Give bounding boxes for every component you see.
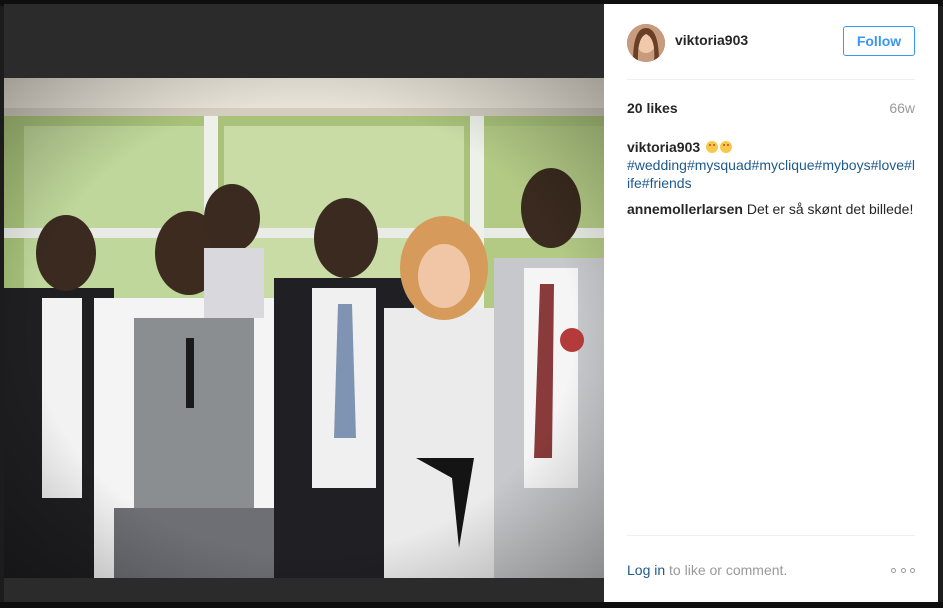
comment-text: Det er så skønt det billede! bbox=[746, 201, 914, 217]
photo-letterbox-bottom bbox=[4, 578, 604, 603]
likes-count[interactable]: 20 likes bbox=[627, 100, 678, 116]
avatar-image bbox=[627, 24, 665, 62]
more-options-icon[interactable] bbox=[891, 564, 915, 576]
group-wedding-photo-icon bbox=[4, 78, 604, 578]
dot-icon bbox=[910, 567, 915, 573]
post-header: viktoria903 Follow bbox=[627, 22, 915, 80]
follow-button[interactable]: Follow bbox=[843, 26, 915, 56]
post-details: viktoria903 Follow 20 likes 66w viktoria… bbox=[604, 4, 938, 603]
post-modal: viktoria903 Follow 20 likes 66w viktoria… bbox=[4, 4, 938, 603]
login-prompt: Log in to like or comment. bbox=[627, 562, 787, 578]
login-suffix: to like or comment. bbox=[665, 562, 788, 578]
comment-username[interactable]: annemollerlarsen bbox=[627, 201, 743, 217]
post-photo[interactable] bbox=[4, 78, 604, 578]
dot-icon bbox=[891, 567, 896, 573]
photo-pane bbox=[4, 4, 604, 603]
backdrop-bottom bbox=[0, 602, 943, 608]
author-username[interactable]: viktoria903 bbox=[675, 32, 748, 48]
comment-list: viktoria903 #wedding#mysquad#myclique#my… bbox=[627, 138, 915, 226]
post-age[interactable]: 66w bbox=[889, 100, 915, 116]
caption: viktoria903 #wedding#mysquad#myclique#my… bbox=[627, 138, 915, 192]
caption-hashtags[interactable]: #wedding#mysquad#myclique#myboys#love#li… bbox=[627, 157, 915, 191]
post-meta: 20 likes 66w bbox=[627, 100, 915, 120]
heart-eyes-emoji-icon bbox=[720, 141, 733, 153]
photo-letterbox-top bbox=[4, 4, 604, 78]
caption-username[interactable]: viktoria903 bbox=[627, 139, 700, 155]
post-footer: Log in to like or comment. bbox=[627, 535, 915, 603]
dot-icon bbox=[900, 567, 906, 573]
profile-avatar-icon[interactable] bbox=[627, 24, 665, 62]
heart-eyes-emoji-icon bbox=[706, 141, 719, 153]
list-item: annemollerlarsen Det er så skønt det bil… bbox=[627, 200, 915, 218]
login-link[interactable]: Log in bbox=[627, 562, 665, 578]
